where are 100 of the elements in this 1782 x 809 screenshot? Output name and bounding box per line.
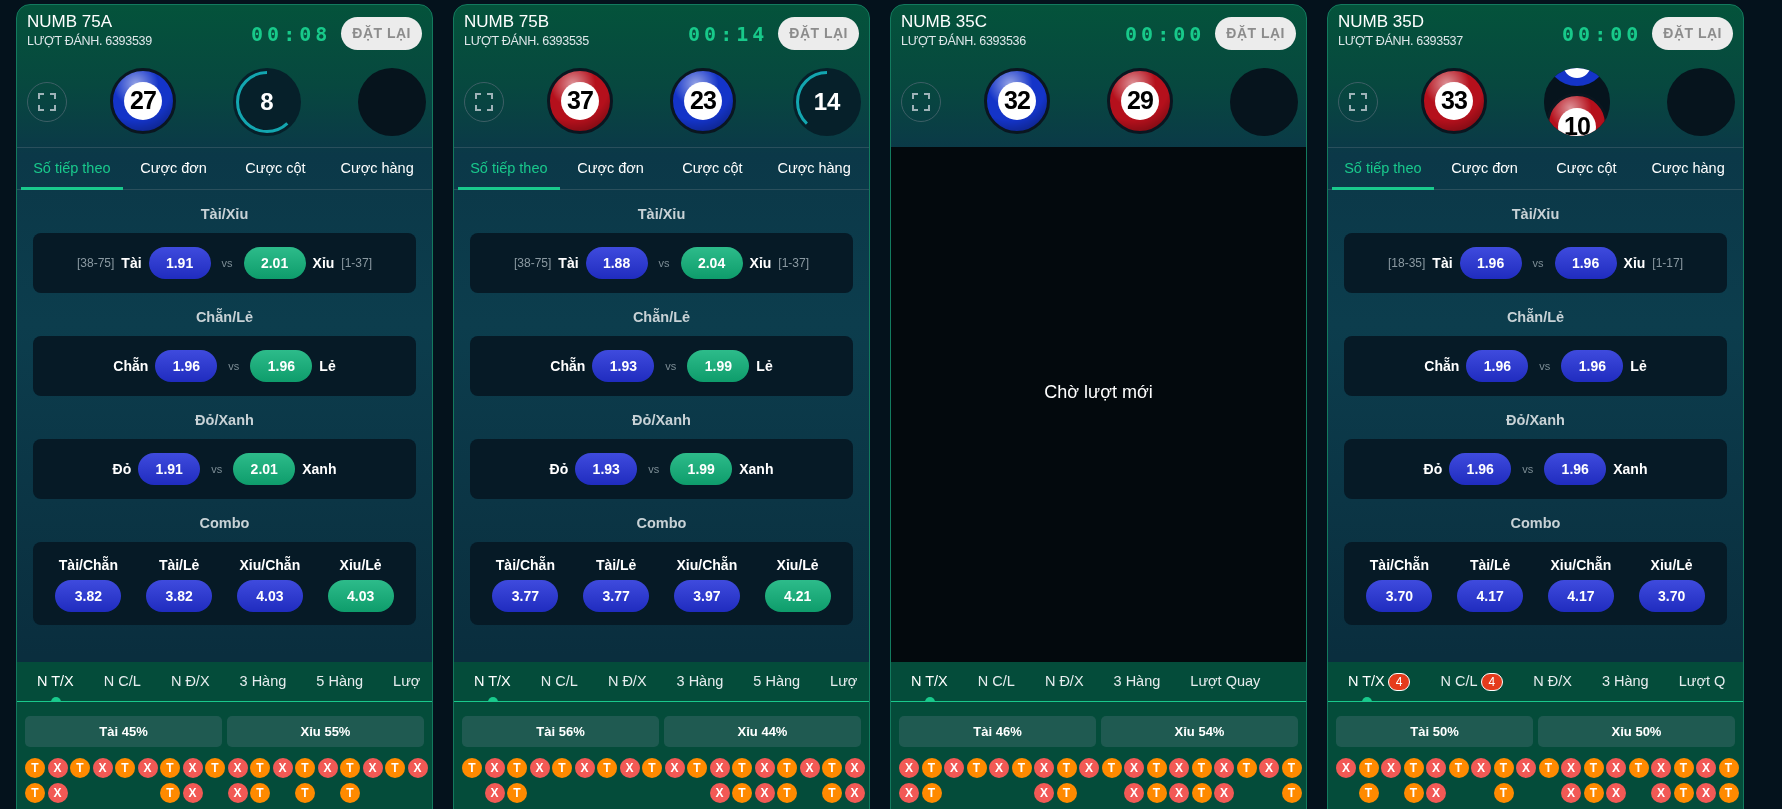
- result-bead: T: [1493, 783, 1514, 803]
- result-bead: X: [1426, 758, 1446, 778]
- odds-button[interactable]: 3.77: [583, 580, 650, 612]
- section-title: Chẵn/Lẻ: [631, 307, 692, 327]
- history-tab[interactable]: 5 Hàng: [316, 662, 364, 701]
- result-bead: X: [484, 758, 505, 778]
- odds-button[interactable]: 1.96: [155, 350, 218, 382]
- tab[interactable]: Cược đơn: [1433, 148, 1536, 190]
- history-tab[interactable]: Lượ: [830, 662, 858, 701]
- odds-button[interactable]: 4.17: [1457, 580, 1524, 612]
- result-bead: X: [1426, 783, 1446, 803]
- history-tab[interactable]: N Đ/X: [607, 662, 647, 701]
- range-label: [38-75]: [513, 255, 552, 272]
- odds-button[interactable]: 4.17: [1547, 580, 1614, 612]
- count-badge: 4: [1387, 672, 1411, 691]
- history-tab[interactable]: 3 Hàng: [239, 662, 287, 701]
- bet-label: Lẻ: [319, 356, 336, 376]
- result-bead: T: [921, 783, 942, 803]
- history-tab[interactable]: N C/L 4: [1440, 662, 1504, 701]
- odds-button[interactable]: 3.97: [673, 580, 740, 612]
- tab[interactable]: Cược hàng: [1637, 148, 1739, 190]
- odds-button[interactable]: 3.70: [1366, 580, 1433, 612]
- result-bead: T: [777, 758, 797, 778]
- history-tab[interactable]: 5 Hàng: [753, 662, 801, 701]
- result-bead: X: [799, 758, 820, 778]
- odds-button[interactable]: 1.96: [1466, 350, 1529, 382]
- result-bead: T: [1056, 758, 1077, 778]
- result-bead: X: [844, 758, 865, 778]
- section-title: Combo: [635, 514, 688, 533]
- result-bead: X: [709, 758, 730, 778]
- tab[interactable]: Số tiếp theo: [458, 148, 560, 190]
- tab[interactable]: Cược cột: [224, 148, 327, 190]
- history-tab[interactable]: N T/X 4: [1348, 662, 1411, 701]
- result-bead: T: [1236, 758, 1257, 778]
- odds-button[interactable]: 1.93: [575, 453, 638, 485]
- result-bead: T: [507, 758, 527, 778]
- history-tab[interactable]: N C/L: [540, 662, 578, 701]
- tab[interactable]: Cược đơn: [559, 148, 662, 190]
- result-bead: X: [1034, 758, 1054, 778]
- history-tab[interactable]: N T/X: [911, 662, 948, 701]
- odds-button[interactable]: 4.03: [236, 580, 303, 612]
- result-bead: T: [1583, 783, 1604, 803]
- section-title: Combo: [198, 514, 251, 533]
- history-tab[interactable]: N T/X: [474, 662, 511, 701]
- expand-icon: [1348, 91, 1368, 112]
- round-number: LƯỢT ĐÁNH. 6393535: [464, 33, 589, 49]
- tab[interactable]: Cược hàng: [763, 148, 865, 190]
- result-bead: X: [989, 758, 1009, 778]
- result-bead: T: [822, 758, 842, 778]
- tab[interactable]: Cược đơn: [122, 148, 225, 190]
- result-bead: X: [182, 758, 203, 778]
- odds-button[interactable]: 3.77: [492, 580, 559, 612]
- result-bead: T: [642, 758, 662, 778]
- section-title: Đỏ/Xanh: [194, 411, 255, 430]
- odds-button[interactable]: 1.93: [592, 350, 655, 382]
- history-tab[interactable]: N Đ/X: [1533, 662, 1572, 701]
- bet-label: Xỉu/Lẻ: [776, 556, 819, 575]
- result-bead: T: [1403, 758, 1424, 778]
- result-bead: X: [709, 783, 730, 803]
- odds-button[interactable]: 1.96: [1449, 453, 1512, 485]
- stat-bar: Tài 56%: [462, 716, 659, 747]
- history-tab[interactable]: Lượt Q: [1678, 662, 1726, 701]
- odds-button[interactable]: 1.96: [1459, 247, 1522, 279]
- result-bead: T: [597, 758, 617, 778]
- vs-label: vs: [210, 461, 224, 477]
- round-number: LƯỢT ĐÁNH. 6393539: [27, 33, 152, 49]
- history-tab[interactable]: N Đ/X: [170, 662, 210, 701]
- odds-button[interactable]: 3.82: [146, 580, 213, 612]
- result-bead: T: [115, 758, 135, 778]
- bet-label: Tài: [1432, 253, 1453, 273]
- tab[interactable]: Số tiếp theo: [1332, 148, 1434, 190]
- odds-button[interactable]: 1.91: [148, 247, 211, 279]
- odds-button[interactable]: 3.82: [55, 580, 122, 612]
- tab[interactable]: Cược cột: [661, 148, 764, 190]
- odds-button[interactable]: 1.91: [138, 453, 201, 485]
- bet-label: Xanh: [1613, 459, 1648, 479]
- history-tab[interactable]: 3 Hàng: [1601, 662, 1649, 701]
- tab[interactable]: Cược hàng: [326, 148, 428, 190]
- result-bead: X: [754, 783, 775, 803]
- history-tab[interactable]: Lượt Quay: [1190, 662, 1261, 701]
- result-bead: X: [899, 783, 919, 803]
- odds-button[interactable]: 1.96: [1561, 350, 1624, 382]
- result-bead: T: [1281, 758, 1302, 778]
- history-tab[interactable]: 3 Hàng: [676, 662, 724, 701]
- history-tab[interactable]: Lượ: [393, 662, 421, 701]
- odds-button[interactable]: 3.70: [1638, 580, 1705, 612]
- history-tab[interactable]: N T/X: [37, 662, 74, 701]
- result-bead: T: [340, 783, 360, 803]
- tab[interactable]: Số tiếp theo: [21, 148, 123, 190]
- result-bead: X: [1214, 758, 1234, 778]
- odds-button[interactable]: 1.88: [585, 247, 648, 279]
- odds-button[interactable]: 1.96: [1544, 453, 1607, 485]
- odds-button[interactable]: 1.96: [1554, 247, 1617, 279]
- countdown-number: 14: [813, 86, 841, 117]
- history-tab[interactable]: N C/L: [977, 662, 1015, 701]
- history-tab[interactable]: N C/L: [103, 662, 141, 701]
- result-bead: X: [1651, 758, 1671, 778]
- history-tab[interactable]: 3 Hàng: [1113, 662, 1161, 701]
- tab[interactable]: Cược cột: [1535, 148, 1638, 190]
- history-tab[interactable]: N Đ/X: [1044, 662, 1084, 701]
